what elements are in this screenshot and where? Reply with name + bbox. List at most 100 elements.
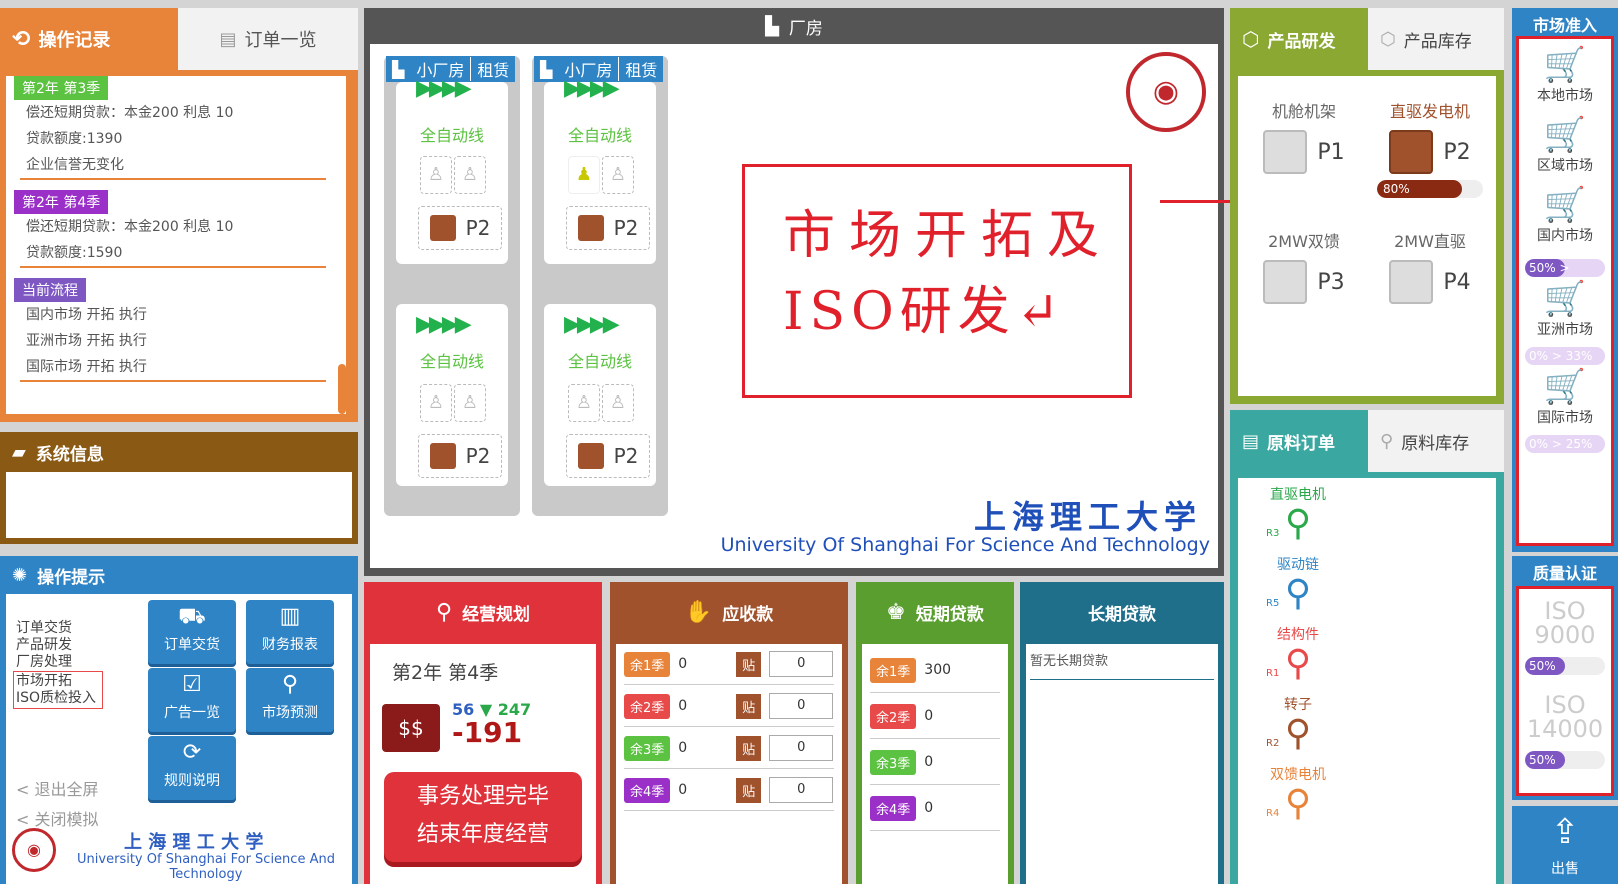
product-p3[interactable]: 2MW双馈 P3 [1244,228,1364,304]
order-icon: ▤ [1242,430,1260,452]
rules-button[interactable]: ⟳ 规则说明 [148,736,236,800]
short-loan-content: 余1季 300 余2季 0 余3季 0 余4季 0 [862,644,1008,884]
production-line[interactable]: ▶▶▶▶ 全自动线 ♟ ♙ P2 [544,76,656,264]
worker-slot[interactable]: ♙ [602,384,634,422]
quality-panel: 质量认证 ISO 9000 50% ISO 14000 50% [1512,556,1618,800]
university-name-cn: 上 海 理 工 大 学 [124,832,264,853]
factory-icon: ▙ [540,59,553,79]
iso-14000[interactable]: ISO 14000 [1523,693,1607,741]
product-box-icon [577,443,604,469]
material-r1[interactable]: 结构件 ⚲ R1 [1238,624,1358,684]
product-p2[interactable]: 直驱发电机 P2 80% [1370,98,1490,198]
factory-building-1[interactable]: ▙ 小厂房 租赁 ▶▶▶▶ 全自动线 ♙ ♙ P2 ▶▶▶▶ 全自动线 ♙ ♙ P2 [384,56,520,516]
product-box-icon [577,215,604,241]
production-line[interactable]: ▶▶▶▶ 全自动线 ♙ ♙ P2 [544,304,656,486]
discount-input[interactable]: 0 [769,693,834,719]
discount-input[interactable]: 0 [769,651,834,677]
market-title: 市场准入 [1532,16,1597,35]
tab-product-inventory[interactable]: ⬡ 产品库存 [1368,8,1504,70]
long-loan-empty: 暂无长期贷款 [1030,650,1214,680]
worker-slot[interactable]: ♙ [420,384,452,422]
planning-panel: ⚲ 经营规划 第2年 第4季 $$ 56 ▼ 247 -191 事务处理完毕 结… [364,582,602,884]
tab-operation-log[interactable]: ⟲ 操作记录 [0,8,178,70]
factory-building-2[interactable]: ▙ 小厂房 租赁 ▶▶▶▶ 全自动线 ♟ ♙ P2 ▶▶▶▶ 全自动线 ♙ ♙ P2 [532,56,668,516]
product-slot[interactable]: P2 [566,434,650,478]
receivable-row: 余2季 0 贴 0 [624,686,834,727]
discount-button[interactable]: 贴 [736,693,762,719]
discount-input[interactable]: 0 [769,777,834,803]
log-tag: 当前流程 [14,278,86,302]
discount-button[interactable]: 贴 [736,651,762,677]
log-list[interactable]: 第2年 第3季 偿还短期贷款：本金200 利息 10 贷款额度:1390 企业信… [6,76,346,414]
hand-money-icon: ✋ [684,599,713,625]
receivable-panel: ✋ 应收款 余1季 0 贴 0 余2季 0 贴 0 余3季 0 贴 0 余4季 … [610,582,848,884]
university-seal-icon: ◉ [1126,52,1206,132]
short-loan-row: 余2季 0 [870,694,1000,739]
cart-icon: 🛒 [1543,45,1587,85]
short-loan-row: 余4季 0 [870,786,1000,831]
materials-panel: ▤ 原料订单 ⚲ 原料库存 直驱电机 ⚲ R3 驱动链 ⚲ R5 结构件 ⚲ R… [1230,410,1504,884]
product-p1[interactable]: 机舱机架 P1 [1244,98,1364,174]
step-item: 厂房处理 [16,654,72,670]
market-local[interactable]: 🛒 本地市场 [1519,45,1611,105]
receivable-row: 余1季 0 贴 0 [624,644,834,685]
list-icon: ▤ [219,28,237,50]
sell-button[interactable]: ⇪ 出售 [1512,806,1618,884]
chat-icon: ▰ [12,441,26,463]
log-line: 亚洲市场 开拓 执行 [26,333,147,349]
product-p4[interactable]: 2MW直驱 P4 [1370,228,1490,304]
worker-slot[interactable]: ♙ [454,156,486,194]
tab-material-order[interactable]: ▤ 原料订单 [1230,410,1368,472]
discount-button[interactable]: 贴 [736,777,762,803]
tab-material-inventory[interactable]: ⚲ 原料库存 [1368,410,1504,472]
product-slot[interactable]: P2 [418,206,502,250]
material-r4[interactable]: 双馈电机 ⚲ R4 [1238,764,1358,824]
worker-slot[interactable]: ♙ [420,156,452,194]
cash-total: -191 [452,716,523,749]
log-line: 企业信誉无变化 [26,157,124,173]
receivable-content: 余1季 0 贴 0 余2季 0 贴 0 余3季 0 贴 0 余4季 0 贴 0 [616,644,842,884]
iso-9000-progress: 50% [1525,657,1605,675]
finish-year-button[interactable]: 事务处理完毕 结束年度经营 [384,772,582,862]
discount-input[interactable]: 0 [769,735,834,761]
finance-report-button[interactable]: ▥ 财务报表 [246,600,334,664]
tab-product-rnd[interactable]: ⬡ 产品研发 [1230,8,1368,70]
market-forecast-button[interactable]: ⚲ 市场预测 [246,668,334,732]
material-r2[interactable]: 转子 ⚲ R2 [1238,694,1358,754]
market-domestic[interactable]: 🛒 国内市场 [1519,185,1611,245]
market-regional[interactable]: 🛒 区域市场 [1519,115,1611,175]
close-simulation-link[interactable]: < 关闭模拟 [16,806,99,830]
line-type: 全自动线 [567,126,632,145]
iso-9000[interactable]: ISO 9000 [1529,599,1601,647]
market-panel: 市场准入 🛒 本地市场 🛒 区域市场 🛒 国内市场 50% > 100% 🛒 亚… [1512,8,1618,552]
screw-icon: ⚲ [1284,713,1312,754]
university-name-cn: 上海理工大学 [973,498,1202,536]
worker-slot[interactable]: ♙ [568,384,600,422]
market-domestic-progress: 50% > 100% [1525,259,1605,277]
product-slot[interactable]: P2 [418,434,502,478]
worker-slot[interactable]: ♙ [454,384,486,422]
deliver-order-button[interactable]: ⛟ 订单交货 [148,600,236,664]
exit-fullscreen-link[interactable]: < 退出全屏 [16,776,99,800]
discount-button[interactable]: 贴 [736,735,762,761]
presentation-icon: ⚲ [281,672,299,697]
ad-overview-button[interactable]: ☑ 广告一览 [148,668,236,732]
worker-slot[interactable]: ♙ [602,156,634,194]
material-r5[interactable]: 驱动链 ⚲ R5 [1238,554,1358,614]
screw-icon: ⚲ [1284,503,1312,544]
tab-order-list[interactable]: ▤ 订单一览 [178,8,358,70]
product-slot[interactable]: P2 [566,206,650,250]
market-international[interactable]: 🛒 国际市场 [1519,367,1611,427]
scrollbar[interactable] [338,364,346,414]
material-r3[interactable]: 直驱电机 ⚲ R3 [1238,484,1358,544]
university-name-en: University Of Shanghai For Science And T… [720,534,1210,556]
market-asia[interactable]: 🛒 亚洲市场 [1519,279,1611,339]
arrows-icon: ▶▶▶▶ [564,76,620,101]
box-icon [1263,130,1308,174]
period-label: 第2年 第4季 [392,662,499,684]
production-line[interactable]: ▶▶▶▶ 全自动线 ♙ ♙ P2 [396,304,508,486]
market-international-progress: 0% > 25% [1525,435,1605,453]
worker-slot-filled[interactable]: ♟ [568,156,600,194]
production-line[interactable]: ▶▶▶▶ 全自动线 ♙ ♙ P2 [396,76,508,264]
market-list: 🛒 本地市场 🛒 区域市场 🛒 国内市场 50% > 100% 🛒 亚洲市场 0… [1516,36,1614,546]
